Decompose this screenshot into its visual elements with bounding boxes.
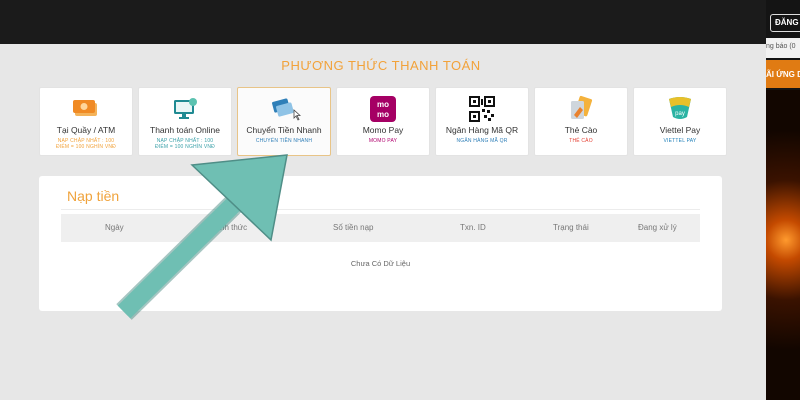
payment-card-qr-bank[interactable]: Ngân Hàng Mã QR NGÂN HÀNG MÃ QR — [435, 87, 529, 156]
payment-card-label: Viettel Pay — [659, 125, 701, 135]
qr-code-icon — [465, 95, 499, 123]
payment-card-sub-line2: ĐIỂM = 100 NGHÌN VNĐ — [155, 144, 215, 150]
right-side-panel: ĐĂNG ng báo (0 ÃI ỨNG D — [766, 0, 800, 400]
payment-card-atm[interactable]: Tại Quầy / ATM NẠP CHẬP NHẤT : 100 ĐIỂM … — [39, 87, 133, 156]
deposit-title: Nạp tiền — [67, 188, 120, 204]
cash-icon — [69, 95, 103, 123]
promo-text: ÃI ỨNG D — [766, 70, 800, 79]
momo-logo-icon: mo mo — [366, 95, 400, 123]
column-header-date: Ngày — [105, 223, 124, 232]
column-header-processing: Đang xử lý — [638, 223, 677, 232]
empty-table-message: Chưa Có Dữ Liệu — [350, 259, 411, 268]
payment-card-momo[interactable]: mo mo Momo Pay MOMO PAY — [336, 87, 430, 156]
payment-card-sub: NẠP CHẬP NHẤT : 100 ĐIỂM = 100 NGHÌN VNĐ — [155, 138, 215, 150]
payment-card-sub: THẺ CÀO — [569, 138, 593, 144]
payment-method-list: Tại Quầy / ATM NẠP CHẬP NHẤT : 100 ĐIỂM … — [39, 87, 727, 156]
column-header-txn-id: Txn. ID — [460, 223, 486, 232]
payment-card-label: Tại Quầy / ATM — [56, 125, 116, 135]
payment-card-label: Momo Pay — [362, 125, 404, 135]
monitor-icon — [168, 95, 202, 123]
viettel-pay-icon: pay — [663, 95, 697, 123]
payment-card-sub: NẠP CHẬP NHẤT : 100 ĐIỂM = 100 NGHÌN VNĐ — [56, 138, 116, 150]
payment-card-scratch-card[interactable]: Thẻ Cào THẺ CÀO — [534, 87, 628, 156]
payment-card-sub-line1: NGÂN HÀNG MÃ QR — [456, 138, 508, 144]
payment-card-sub-line1: MOMO PAY — [368, 138, 398, 144]
divider — [61, 209, 700, 210]
payment-card-sub: CHUYỂN TIỀN NHANH — [256, 138, 312, 144]
payment-methods-title: PHƯƠNG THỨC THANH TOÁN — [281, 58, 481, 73]
payment-card-sub-line1: VIETTEL PAY — [663, 138, 697, 144]
card-transfer-icon — [267, 95, 301, 123]
payment-card-fast-transfer[interactable]: Chuyển Tiền Nhanh CHUYỂN TIỀN NHANH — [237, 87, 331, 156]
payment-card-sub-line2: ĐIỂM = 100 NGHÌN VNĐ — [56, 144, 116, 150]
top-bar — [0, 0, 800, 44]
payment-card-sub: VIETTEL PAY — [664, 138, 697, 144]
notice-text: ng báo (0 — [766, 43, 796, 50]
deposit-panel: Nạp tiền Ngày Hình thức Số tiền nạp Txn.… — [39, 176, 722, 311]
scratch-card-icon — [564, 95, 598, 123]
svg-text:mo: mo — [377, 100, 389, 109]
svg-text:pay: pay — [675, 111, 685, 117]
payment-card-online[interactable]: Thanh toán Online NẠP CHẬP NHẤT : 100 ĐI… — [138, 87, 232, 156]
login-button[interactable]: ĐĂNG — [770, 14, 800, 32]
promo-artwork — [766, 90, 800, 400]
column-header-amount: Số tiền nạp — [333, 223, 374, 232]
payment-card-sub: MOMO PAY — [369, 138, 397, 144]
svg-text:mo: mo — [377, 110, 389, 119]
payment-card-label: Thanh toán Online — [150, 125, 220, 135]
column-header-method: Hình thức — [212, 223, 248, 232]
deposit-table-header: Ngày Hình thức Số tiền nạp Txn. ID Trạng… — [61, 214, 700, 242]
payment-card-label: Ngân Hàng Mã QR — [445, 125, 519, 135]
payment-card-sub: NGÂN HÀNG MÃ QR — [456, 138, 507, 144]
payment-card-label: Thẻ Cào — [564, 125, 598, 135]
payment-card-label: Chuyển Tiền Nhanh — [246, 125, 322, 135]
column-header-status: Trạng thái — [553, 223, 589, 232]
payment-card-sub-line1: THẺ CÀO — [569, 138, 593, 144]
payment-card-sub-line1: CHUYỂN TIỀN NHANH — [255, 138, 313, 144]
payment-card-viettel-pay[interactable]: pay Viettel Pay VIETTEL PAY — [633, 87, 727, 156]
